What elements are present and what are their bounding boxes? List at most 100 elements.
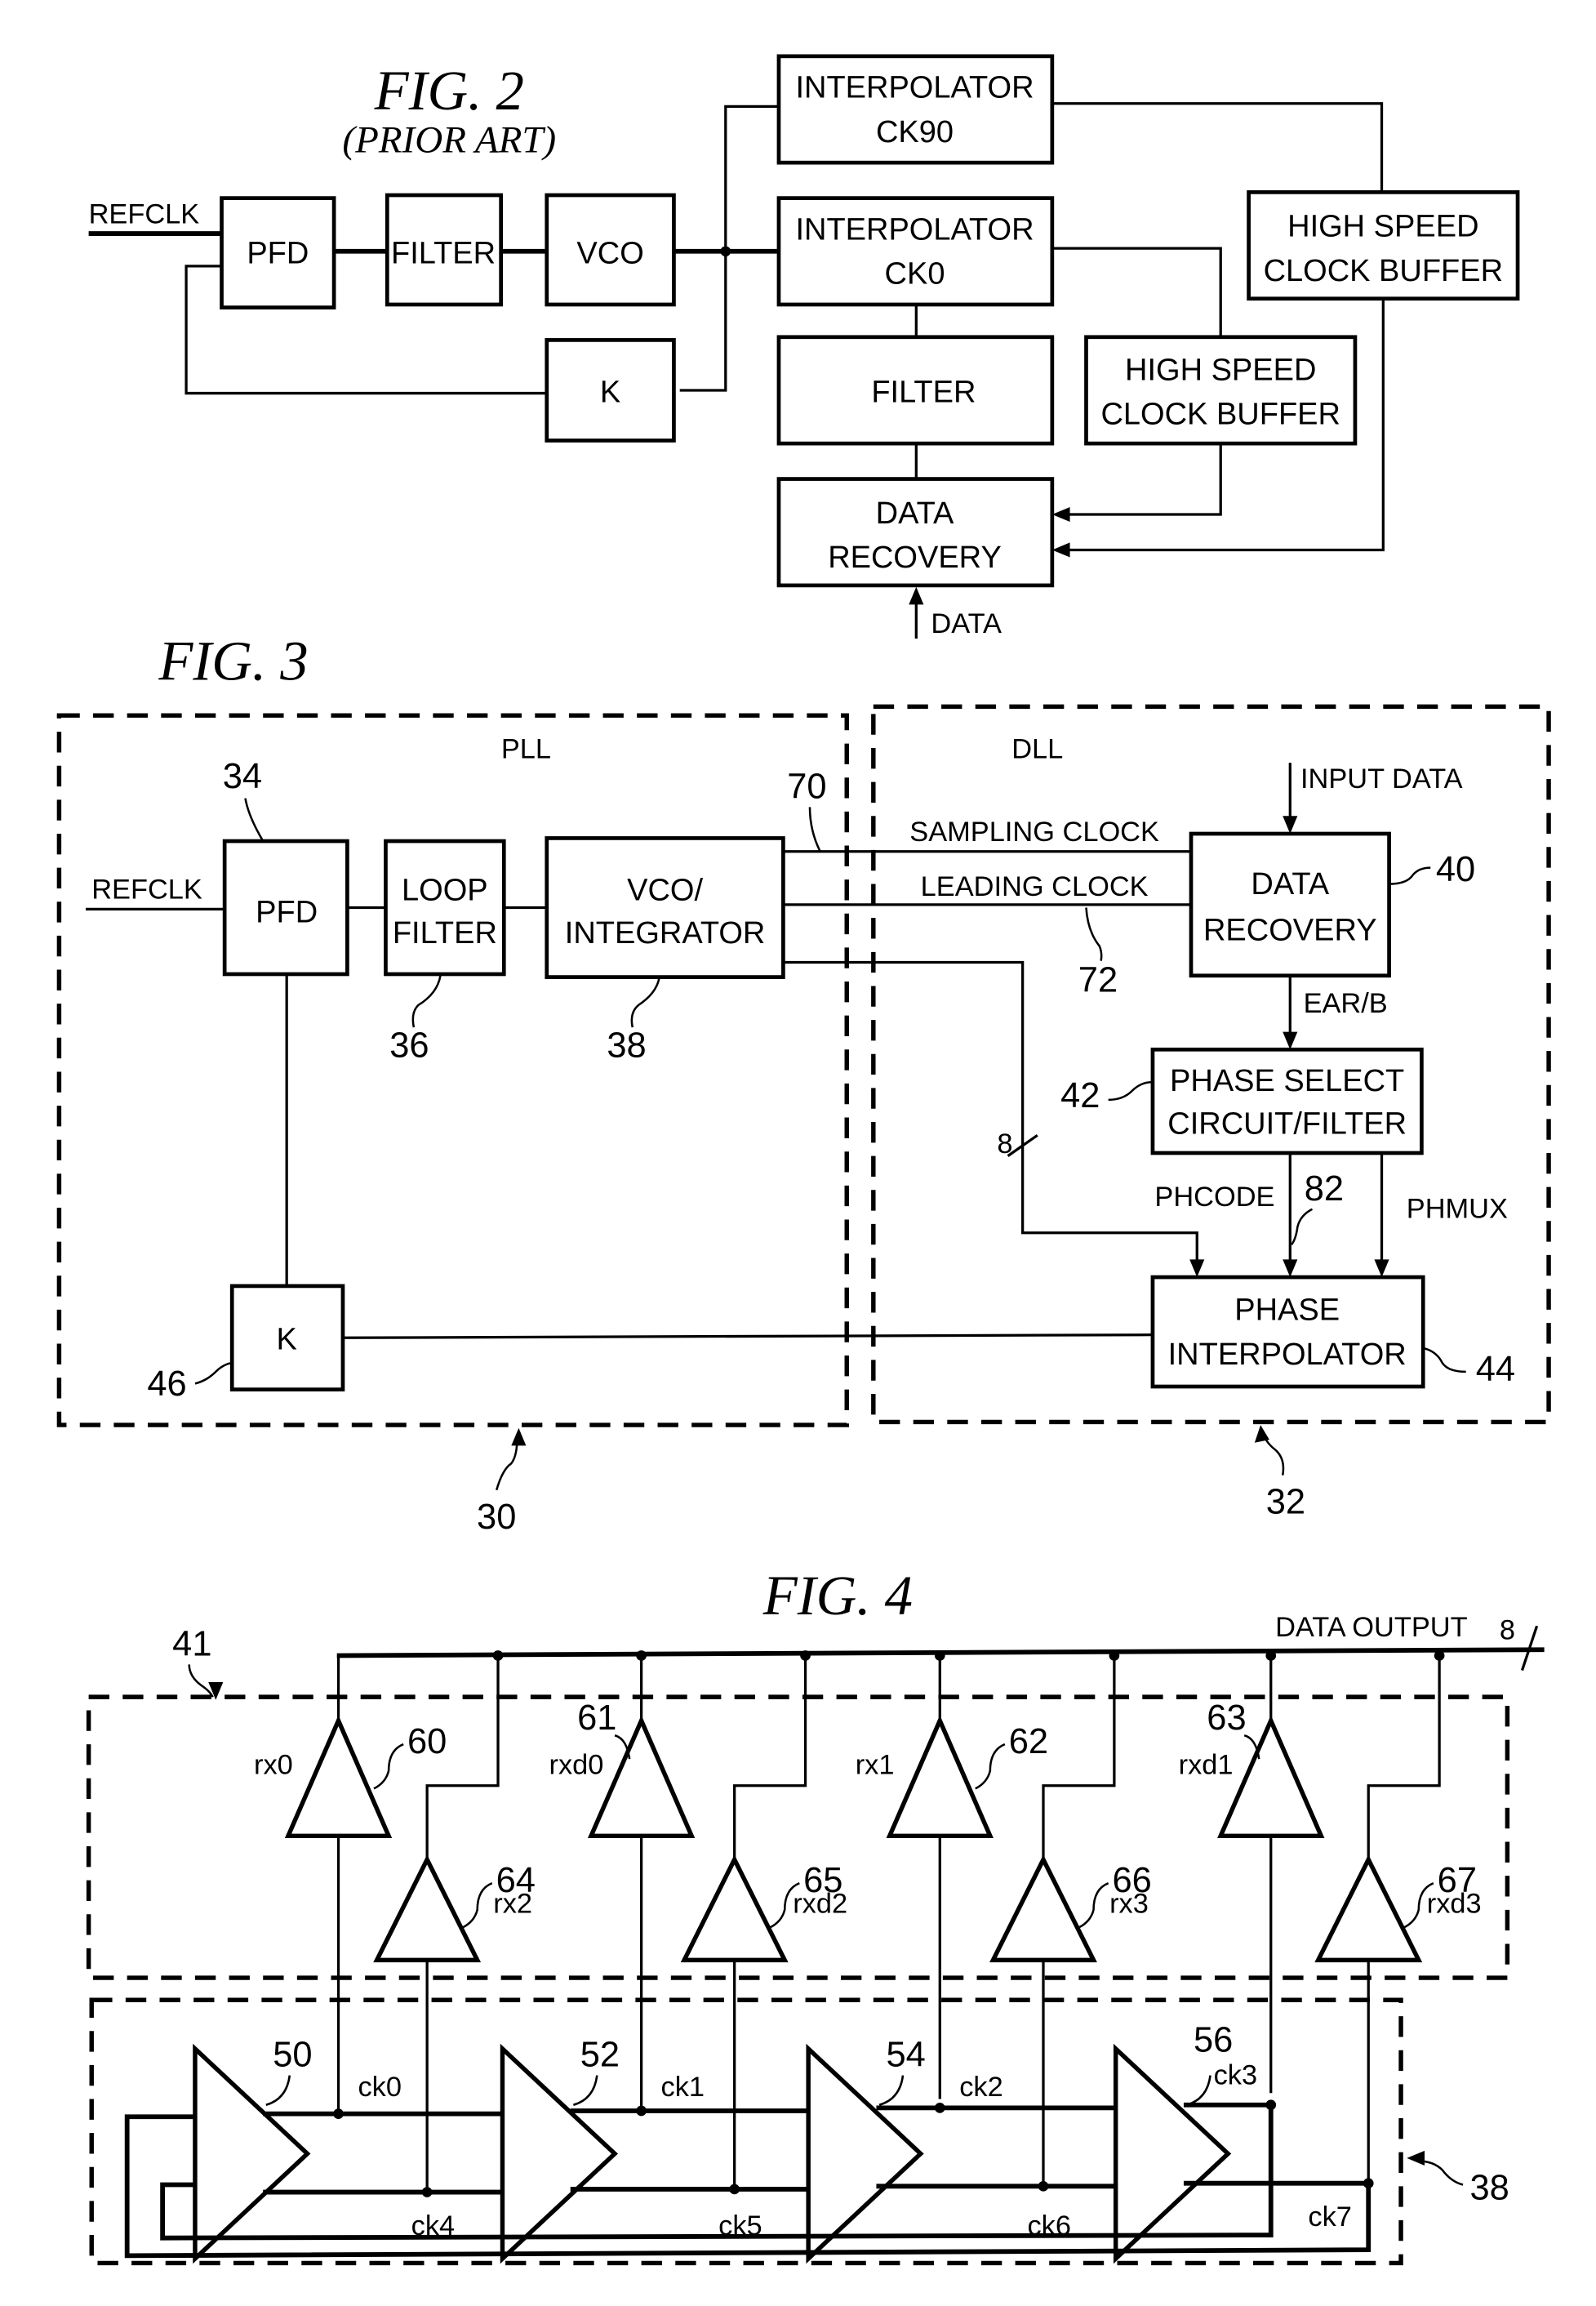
fig4-ck-bottom-label: ck7: [1308, 2201, 1352, 2233]
fig4-clock-node: [333, 2108, 344, 2119]
fig2-data-label: DATA: [931, 608, 1002, 639]
fig2-datarec-line2: RECOVERY: [828, 541, 1002, 575]
fig3-phase-select-block: PHASE SELECT CIRCUIT/FILTER: [1150, 1047, 1424, 1155]
fig3-datarec-line2: RECOVERY: [1203, 913, 1377, 947]
fig4-receiver-name: rx2: [493, 1888, 532, 1919]
fig2-refclk-label: REFCLK: [89, 198, 200, 229]
fig4-delay-buffer-icon: [806, 2043, 924, 2264]
fig2-wire-ck0-hscb2: [1051, 247, 1222, 337]
fig3-pointer-arrow-icon: [1254, 1425, 1269, 1443]
fig3-data-recovery-block: DATA RECOVERY: [1189, 831, 1391, 978]
fig4-receiver-output-wire: [733, 1655, 807, 1860]
fig2-hscb1-line2: CLOCK BUFFER: [1264, 254, 1503, 288]
fig4-clock-node: [1038, 2180, 1049, 2192]
fig3-sampling-clock-label: SAMPLING CLOCK: [909, 817, 1159, 848]
fig3-ref-70: 70: [787, 768, 826, 807]
fig3-dll-label: DLL: [1011, 734, 1063, 765]
fig3-leader: [1291, 1208, 1314, 1245]
fig2-hscb1-line1: HIGH SPEED: [1287, 210, 1478, 244]
fig3-leader: [1389, 866, 1431, 885]
fig2-data-arrow-icon: [909, 586, 924, 605]
fig4-pointer-arrow-icon: [1407, 2150, 1425, 2166]
fig2: FIG. 2 (PRIOR ART) REFCLK PFD FILTER VCO…: [88, 54, 1520, 639]
fig3-ref-44: 44: [1476, 1350, 1515, 1389]
fig3-leader: [194, 1361, 233, 1385]
fig3-ref-82: 82: [1305, 1169, 1344, 1209]
fig4-leader: [265, 2075, 291, 2106]
fig4-delay-stage: 56ck3 ck7: [1113, 2021, 1374, 2264]
fig2-hscb2-line1: HIGH SPEED: [1125, 353, 1316, 387]
fig2-interp-ck0-line2: CK0: [885, 257, 945, 292]
fig2-hscb2-block: HIGH SPEED CLOCK BUFFER: [1084, 335, 1358, 446]
fig4-bus-junction: [636, 1650, 647, 1661]
fig4-title: FIG. 4: [762, 1565, 913, 1627]
fig4-ck-top-label: ck2: [959, 2072, 1003, 2103]
fig2-arrow-icon: [1051, 506, 1070, 523]
fig4-leader: [1078, 1882, 1109, 1929]
fig4: FIG. 4 DATA OUTPUT 8 41 38 60rx064rx261r…: [86, 1565, 1545, 2266]
fig2-k-label: K: [600, 375, 620, 409]
fig2-k-block: K: [545, 338, 676, 443]
fig4-clock-node: [934, 2103, 945, 2113]
fig3-leader: [1085, 907, 1103, 961]
fig4-clock-node: [729, 2184, 740, 2195]
fig4-bus-junction: [800, 1650, 811, 1661]
fig2-arrow-icon: [1051, 542, 1070, 558]
fig3-k-block: K: [229, 1284, 345, 1391]
fig2-filter2-block: FILTER: [776, 335, 1055, 446]
fig3-leading-clock-label: LEADING CLOCK: [921, 871, 1149, 902]
fig3-ref-36: 36: [389, 1026, 429, 1065]
fig3-phcode-label: PHCODE: [1154, 1182, 1274, 1213]
fig4-clock-node: [636, 2105, 647, 2117]
fig2-interp-ck0-block: INTERPOLATOR CK0: [776, 196, 1055, 307]
fig4-receiver-ref: 61: [577, 1698, 616, 1738]
fig4-feedback-ck3: [160, 2104, 1274, 2241]
fig3-leader: [1422, 1347, 1466, 1373]
fig2-vco-label: VCO: [576, 236, 643, 270]
fig4-data-output-label: DATA OUTPUT: [1275, 1612, 1468, 1643]
fig4-leader: [461, 1882, 493, 1929]
fig4-receiver-amp-icon: [680, 1854, 789, 1963]
fig3-ref-46: 46: [147, 1364, 186, 1404]
fig4-receiver-name: rxd0: [549, 1749, 604, 1780]
fig2-wire-ck90-hscb1: [1051, 102, 1384, 193]
fig4-ref-41: 41: [172, 1624, 211, 1663]
fig3-phase-select-line1: PHASE SELECT: [1170, 1064, 1404, 1098]
fig2-interp-ck0-line1: INTERPOLATOR: [795, 212, 1034, 247]
fig4-stage-ref: 50: [273, 2036, 312, 2075]
fig2-filter-label: FILTER: [391, 236, 496, 270]
fig3-arrow-icon: [1283, 1031, 1298, 1050]
fig4-bus-junction: [1265, 1650, 1277, 1661]
fig4-clock-node: [421, 2187, 433, 2197]
fig3-arrow-icon: [1283, 816, 1298, 834]
fig4-stage-ref: 54: [886, 2036, 925, 2075]
fig4-receiver-amp-icon: [373, 1854, 482, 1963]
fig3-pfd-label: PFD: [256, 896, 318, 930]
fig4-receiver-amp-icon: [587, 1715, 696, 1839]
fig4-leader: [188, 1664, 214, 1698]
fig3-title: FIG. 3: [158, 630, 308, 692]
fig4-receiver-amp-icon: [886, 1715, 994, 1839]
fig4-receiver-output-wire: [1367, 1655, 1441, 1860]
fig4-receiver-ref: 63: [1207, 1698, 1246, 1738]
fig3-leader: [630, 978, 660, 1028]
fig2-pfd-block: PFD: [220, 196, 336, 309]
fig4-leader: [1418, 2160, 1464, 2186]
fig2-data-recovery-block: DATA RECOVERY: [776, 477, 1055, 588]
fig3-ref-40: 40: [1436, 850, 1475, 889]
fig4-leader: [878, 2075, 905, 2106]
fig4-receiver-output-wire: [1042, 1655, 1116, 1860]
fig4-stage-ref: 56: [1194, 2021, 1233, 2060]
fig4-receiver-name: rx1: [856, 1749, 895, 1780]
fig2-hscb1-block: HIGH SPEED CLOCK BUFFER: [1247, 190, 1520, 301]
fig3-leader: [1108, 1080, 1153, 1102]
fig3-k-label: K: [276, 1323, 296, 1357]
fig3-earb-label: EAR/B: [1304, 988, 1388, 1019]
fig3-ref-72: 72: [1078, 961, 1118, 1000]
fig4-ck-top-label: ck1: [661, 2072, 705, 2103]
fig2-title: FIG. 2: [374, 60, 524, 122]
fig4-bus-junction: [1434, 1650, 1445, 1661]
fig3-loop-filter-line2: FILTER: [393, 916, 497, 950]
fig4-receiver: 62 rx1: [856, 1650, 1048, 2099]
fig3-ref-42: 42: [1060, 1076, 1100, 1115]
